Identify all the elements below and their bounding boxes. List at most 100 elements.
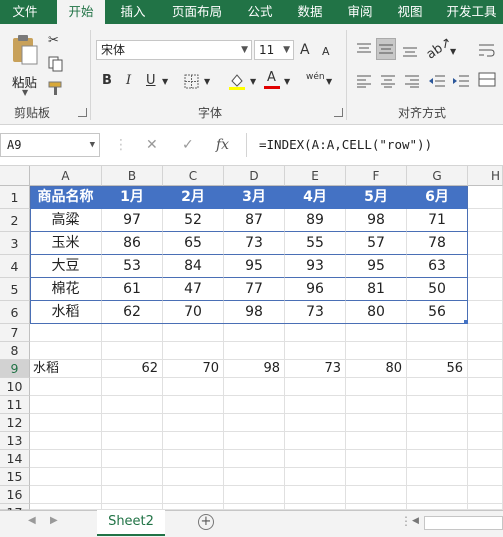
- cell[interactable]: [102, 396, 163, 414]
- cell[interactable]: [285, 378, 346, 396]
- column-header-e[interactable]: E: [285, 166, 346, 186]
- grow-font-button[interactable]: A: [300, 41, 310, 59]
- table-cell[interactable]: 73: [224, 232, 285, 255]
- cell[interactable]: [407, 378, 468, 396]
- cell[interactable]: [407, 324, 468, 342]
- row9-cell[interactable]: 62: [102, 360, 163, 378]
- table-cell[interactable]: 93: [285, 255, 346, 278]
- tab-home[interactable]: 开始: [57, 0, 105, 24]
- cell[interactable]: [224, 378, 285, 396]
- column-header-c[interactable]: C: [163, 166, 224, 186]
- table-cell[interactable]: 80: [346, 301, 407, 324]
- wrap-text-icon[interactable]: [478, 42, 496, 58]
- table-header-cell[interactable]: 商品名称: [30, 186, 102, 209]
- row-header[interactable]: 11: [0, 396, 30, 414]
- column-header-a[interactable]: A: [30, 166, 102, 186]
- cell[interactable]: [285, 414, 346, 432]
- row-header[interactable]: 10: [0, 378, 30, 396]
- cell[interactable]: [407, 468, 468, 486]
- table-cell[interactable]: 水稻: [30, 301, 102, 324]
- row9-cell[interactable]: 70: [163, 360, 224, 378]
- cell[interactable]: [163, 450, 224, 468]
- table-cell[interactable]: 70: [163, 301, 224, 324]
- table-cell[interactable]: 96: [285, 278, 346, 301]
- table-header-cell[interactable]: 2月: [163, 186, 224, 209]
- cell[interactable]: [163, 468, 224, 486]
- table-header-cell[interactable]: 5月: [346, 186, 407, 209]
- cell[interactable]: [102, 486, 163, 504]
- chevron-down-icon[interactable]: ▼: [204, 73, 210, 91]
- phonetic-guide-button[interactable]: wén: [306, 68, 325, 86]
- chevron-down-icon[interactable]: ▼: [162, 73, 168, 91]
- table-cell[interactable]: 98: [224, 301, 285, 324]
- row-header[interactable]: 4: [0, 255, 30, 278]
- cell[interactable]: [224, 324, 285, 342]
- table-cell[interactable]: 95: [346, 255, 407, 278]
- table-cell[interactable]: 63: [407, 255, 468, 278]
- cell[interactable]: [468, 324, 503, 342]
- row9-cell[interactable]: 73: [285, 360, 346, 378]
- cell[interactable]: [346, 324, 407, 342]
- chevron-down-icon[interactable]: ▼: [250, 73, 256, 91]
- font-size-combo[interactable]: 11 ▼: [254, 40, 294, 60]
- cell[interactable]: [285, 468, 346, 486]
- tab-view[interactable]: 视图: [388, 0, 432, 24]
- add-sheet-icon[interactable]: +: [198, 514, 214, 530]
- table-header-cell[interactable]: 6月: [407, 186, 468, 209]
- row-header[interactable]: 5: [0, 278, 30, 301]
- border-icon[interactable]: [184, 74, 200, 90]
- tab-developer[interactable]: 开发工具: [440, 0, 503, 24]
- row-header[interactable]: 8: [0, 342, 30, 360]
- cell[interactable]: [30, 396, 102, 414]
- table-cell[interactable]: 71: [407, 209, 468, 232]
- cell[interactable]: [468, 301, 503, 324]
- cell[interactable]: [224, 414, 285, 432]
- row-header[interactable]: 1: [0, 186, 30, 209]
- cell[interactable]: [163, 414, 224, 432]
- clipboard-dialog-launcher-icon[interactable]: [78, 108, 87, 117]
- column-header-f[interactable]: F: [346, 166, 407, 186]
- cell[interactable]: [285, 396, 346, 414]
- cancel-icon[interactable]: ✕: [146, 133, 158, 157]
- cell[interactable]: [163, 324, 224, 342]
- cell[interactable]: [468, 396, 503, 414]
- cell[interactable]: [407, 396, 468, 414]
- table-header-cell[interactable]: 1月: [102, 186, 163, 209]
- italic-button[interactable]: I: [126, 72, 131, 90]
- align-bottom-icon[interactable]: [402, 44, 418, 58]
- cell[interactable]: [407, 342, 468, 360]
- table-cell[interactable]: 56: [407, 301, 468, 324]
- increase-indent-icon[interactable]: [452, 74, 470, 88]
- sheet-tab-sheet2[interactable]: Sheet2: [97, 510, 165, 536]
- cell[interactable]: [407, 486, 468, 504]
- cell[interactable]: [468, 468, 503, 486]
- table-cell[interactable]: 87: [224, 209, 285, 232]
- cell[interactable]: [224, 450, 285, 468]
- table-cell[interactable]: 84: [163, 255, 224, 278]
- tab-insert[interactable]: 插入: [110, 0, 156, 24]
- cell[interactable]: [346, 432, 407, 450]
- cell[interactable]: [224, 342, 285, 360]
- row-header[interactable]: 7: [0, 324, 30, 342]
- cell[interactable]: [407, 414, 468, 432]
- tab-file[interactable]: 文件: [0, 0, 50, 24]
- table-cell[interactable]: 53: [102, 255, 163, 278]
- align-middle-button[interactable]: [376, 38, 396, 60]
- enter-icon[interactable]: ✓: [182, 133, 194, 157]
- copy-icon[interactable]: [48, 56, 64, 72]
- formula-input[interactable]: =INDEX(A:A,CELL("row")): [246, 133, 503, 157]
- table-cell[interactable]: 55: [285, 232, 346, 255]
- align-left-icon[interactable]: [356, 74, 372, 88]
- font-name-combo[interactable]: 宋体 ▼: [96, 40, 252, 60]
- cell[interactable]: [163, 486, 224, 504]
- chevron-down-icon[interactable]: ▼: [450, 43, 456, 61]
- align-top-icon[interactable]: [356, 42, 372, 56]
- cell[interactable]: [30, 468, 102, 486]
- decrease-indent-icon[interactable]: [428, 74, 446, 88]
- cell[interactable]: [30, 414, 102, 432]
- tab-data[interactable]: 数据: [288, 0, 332, 24]
- font-dialog-launcher-icon[interactable]: [334, 108, 343, 117]
- cell[interactable]: [224, 468, 285, 486]
- row-header[interactable]: 6: [0, 301, 30, 324]
- column-header-d[interactable]: D: [224, 166, 285, 186]
